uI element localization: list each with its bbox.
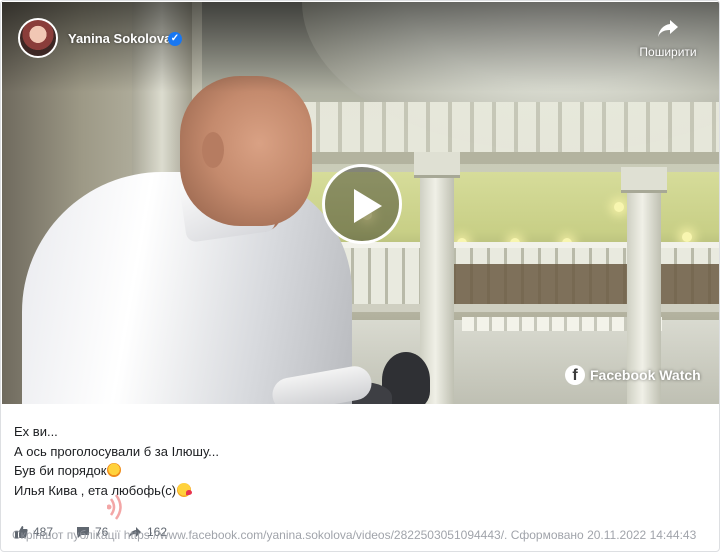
facebook-logo-icon: f [565, 365, 585, 385]
play-button[interactable] [322, 164, 402, 244]
video-top-gradient [2, 2, 719, 92]
screenshot-source-note: Скріншот публікації https://www.facebook… [12, 528, 697, 542]
share-arrow-icon [658, 20, 678, 37]
video-scene-person-ear [202, 132, 224, 168]
facebook-watch-link[interactable]: f Facebook Watch [565, 364, 701, 386]
video-player[interactable]: Yanina Sokolova ✓ Поширити f Facebook Wa… [2, 2, 719, 404]
facebook-watch-label: Facebook Watch [590, 367, 701, 383]
author-name[interactable]: Yanina Sokolova [68, 31, 171, 46]
video-scene-lamp [682, 232, 692, 242]
kiss-emoji-icon [177, 482, 193, 497]
caption-line: А ось проголосували б за Ілюшу... [14, 443, 219, 459]
share-button[interactable]: Поширити [630, 16, 706, 59]
video-scene-gallery [442, 264, 719, 304]
author-avatar[interactable] [18, 18, 58, 58]
video-scene-capital [621, 167, 667, 193]
caption-text: Илья Кива , ета любофь(с) [14, 482, 177, 498]
caption-line: Був би порядок [14, 461, 219, 481]
post-footer: 487 76 162 Скріншот публікації https://w… [12, 525, 714, 543]
video-post-card: Yanina Sokolova ✓ Поширити f Facebook Wa… [0, 0, 720, 552]
video-scene-capital [414, 152, 460, 178]
sound-icon[interactable] [107, 491, 129, 523]
video-scene-lamp [614, 202, 624, 212]
video-scene-person-head [180, 76, 312, 226]
verified-badge-icon: ✓ [168, 32, 182, 46]
caption-text: Був би порядок [14, 463, 107, 478]
post-caption: Ех ви... А ось проголосували б за Ілюшу.… [14, 422, 219, 500]
caption-line: Ех ви... [14, 424, 58, 439]
fire-emoji-icon [107, 463, 122, 477]
play-icon [354, 189, 382, 223]
share-label: Поширити [639, 45, 697, 59]
